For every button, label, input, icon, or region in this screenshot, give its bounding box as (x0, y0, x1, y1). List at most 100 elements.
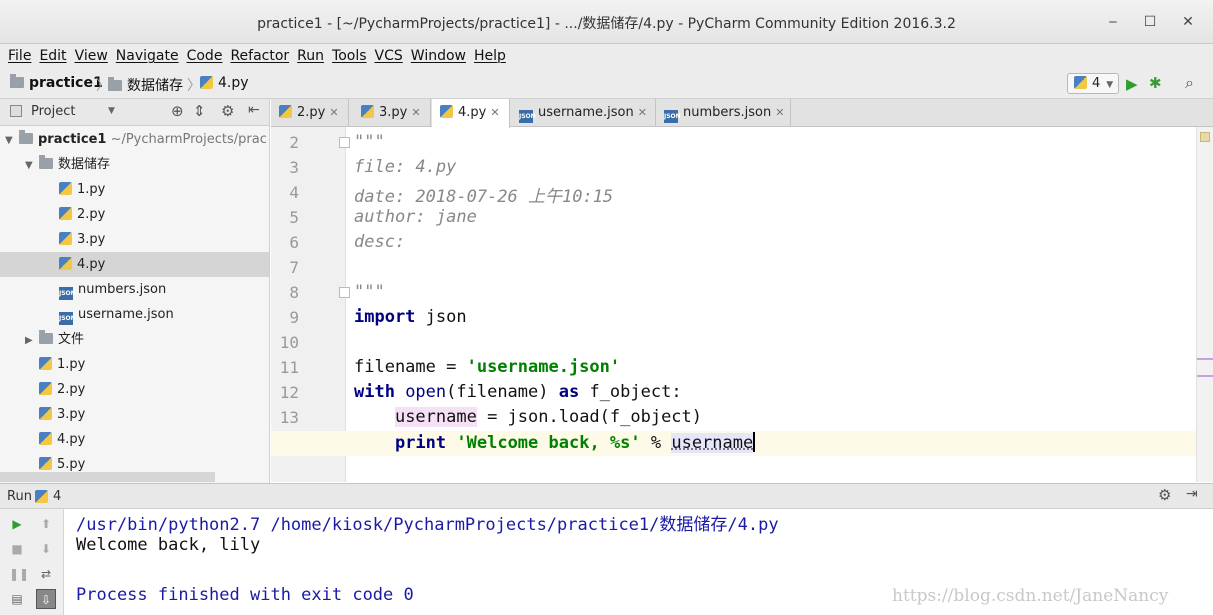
tab-3-py[interactable]: 3.py ✕ (353, 99, 431, 127)
menu-run[interactable]: Run (293, 48, 328, 64)
menu-file[interactable]: File (4, 48, 35, 64)
json-file-icon: JSON (59, 287, 76, 300)
tree-item[interactable]: 4.py (0, 252, 269, 277)
tree-item[interactable]: 4.py (0, 427, 269, 452)
close-tab-icon[interactable]: ✕ (775, 106, 784, 119)
run-panel-config: 4 (53, 489, 62, 504)
pause-icon[interactable]: ❚❚ (9, 566, 29, 582)
tab-numbers-json[interactable]: JSON numbers.json ✕ (656, 99, 791, 127)
breadcrumb-folder[interactable]: 数据储存 (108, 75, 183, 95)
menu-vcs[interactable]: VCS (371, 48, 407, 64)
code-line: """ (354, 132, 385, 152)
run-panel-header: Run 4 ⚙ ⇥ (0, 483, 1213, 509)
editor-tab-bar: 2.py ✕ 3.py ✕ 4.py ✕ JSON username.json ✕ JSON num… (271, 99, 1213, 128)
code-editor[interactable]: """ file: 4.py date: 2018-07-26 上午10:15 aut… (346, 127, 1196, 482)
menu-refactor[interactable]: Refactor (226, 48, 293, 64)
tree-item-label: 4.py (77, 257, 106, 272)
project-panel-title[interactable]: Project (31, 104, 75, 119)
scroll-to-end-icon[interactable]: ⇩ (36, 589, 56, 609)
locate-icon[interactable]: ⊕ (171, 102, 184, 120)
code-line: desc: (354, 232, 405, 252)
code-line: author: jane (354, 207, 477, 227)
menu-help[interactable]: Help (470, 48, 510, 64)
tab-username-json[interactable]: JSON username.json ✕ (511, 99, 656, 127)
tree-item[interactable]: 1.py (0, 352, 269, 377)
tab-2-py[interactable]: 2.py ✕ (271, 99, 349, 127)
tree-item[interactable]: 2.py (0, 377, 269, 402)
python-file-icon (39, 382, 52, 395)
docstring-text: """ (354, 282, 385, 302)
line-number: 9 (289, 308, 299, 327)
tree-item[interactable]: 2.py (0, 202, 269, 227)
run-icon[interactable]: ▶ (1126, 75, 1138, 93)
close-tab-icon[interactable]: ✕ (411, 106, 420, 119)
code-line: """ (354, 282, 385, 302)
breadcrumb-file-label: 4.py (218, 75, 249, 91)
chevron-down-icon[interactable]: ▼ (108, 106, 115, 116)
tree-item[interactable]: 3.py (0, 402, 269, 427)
stop-icon[interactable]: ■ (9, 541, 25, 557)
tree-item[interactable]: JSON username.json (0, 302, 269, 327)
editor-scrollbar[interactable] (1196, 127, 1213, 482)
tree-horizontal-scrollbar[interactable] (0, 472, 215, 482)
debug-icon[interactable]: ✱ (1149, 74, 1162, 92)
hide-panel-icon[interactable]: ⇤ (248, 102, 260, 118)
search-icon[interactable]: ⌕ (1185, 73, 1194, 93)
code-text: json (415, 307, 467, 327)
tree-item[interactable]: 1.py (0, 177, 269, 202)
docstring-text: author: jane (354, 207, 477, 227)
window-title: practice1 - [~/PycharmProjects/practice1… (257, 16, 956, 32)
expanded-arrow-icon[interactable]: ▼ (25, 153, 39, 178)
tree-item[interactable]: 3.py (0, 227, 269, 252)
code-line: import json (354, 307, 467, 327)
minimize-button[interactable]: ‒ (1103, 12, 1123, 32)
collapsed-arrow-icon[interactable]: ▶ (25, 328, 39, 353)
close-tab-icon[interactable]: ✕ (329, 106, 338, 119)
tree-item-label: 文件 (58, 332, 85, 347)
collapse-all-icon[interactable]: ⇕ (193, 102, 206, 120)
run-configuration-select[interactable]: 4 ▼ (1067, 73, 1119, 94)
tree-item-label: 2.py (57, 382, 86, 397)
string-literal: 'Welcome back, %s' (456, 433, 641, 453)
breadcrumb-project[interactable]: practice1 (10, 74, 103, 91)
line-number: 5 (289, 208, 299, 227)
layout-icon[interactable]: ▤ (9, 591, 25, 607)
gear-icon[interactable]: ⚙ (221, 102, 234, 120)
keyword: as (558, 382, 580, 402)
menu-navigate[interactable]: Navigate (112, 48, 183, 64)
menu-tools[interactable]: Tools (328, 48, 371, 64)
string-literal: 'username.json' (466, 357, 621, 377)
tab-4-py[interactable]: 4.py ✕ (432, 99, 510, 128)
tree-item[interactable]: ▼ 数据储存 (0, 152, 269, 178)
maximize-button[interactable]: ☐ (1140, 12, 1160, 32)
gear-icon[interactable]: ⚙ (1158, 486, 1171, 504)
menu-view[interactable]: View (71, 48, 112, 64)
python-file-icon (39, 432, 52, 445)
expanded-arrow-icon[interactable]: ▼ (5, 128, 19, 153)
line-number: 7 (289, 258, 299, 277)
tree-item[interactable]: JSON numbers.json (0, 277, 269, 302)
inspection-status-icon[interactable] (1200, 132, 1210, 142)
soft-wrap-icon[interactable]: ⇄ (38, 566, 54, 582)
down-arrow-icon[interactable]: ⬇ (38, 541, 54, 557)
close-tab-icon[interactable]: ✕ (638, 106, 647, 119)
menu-code[interactable]: Code (183, 48, 227, 64)
watermark: https://blog.csdn.net/JaneNancy (892, 586, 1169, 606)
menu-window[interactable]: Window (407, 48, 470, 64)
run-toolbar: ▶ ⬆ ■ ⬇ ❚❚ ⇄ ▤ ⇩ (0, 509, 64, 615)
code-line: filename = 'username.json' (354, 357, 620, 377)
tree-item[interactable]: ▼ practice1 ~/PycharmProjects/prac (0, 127, 269, 153)
close-button[interactable]: ✕ (1178, 12, 1198, 32)
tree-item-label: 1.py (57, 357, 86, 372)
tree-item[interactable]: ▶ 文件 (0, 327, 269, 353)
rerun-icon[interactable]: ▶ (9, 516, 25, 532)
project-view-icon (10, 105, 22, 117)
menu-edit[interactable]: Edit (35, 48, 70, 64)
tab-label: 4.py (458, 105, 487, 120)
close-tab-icon[interactable]: ✕ (490, 106, 499, 119)
breadcrumb-file[interactable]: 4.py (200, 75, 249, 91)
run-config-label: 4 (1092, 76, 1101, 91)
hide-panel-icon[interactable]: ⇥ (1186, 486, 1198, 502)
up-arrow-icon[interactable]: ⬆ (38, 516, 54, 532)
python-file-icon (1074, 76, 1087, 89)
